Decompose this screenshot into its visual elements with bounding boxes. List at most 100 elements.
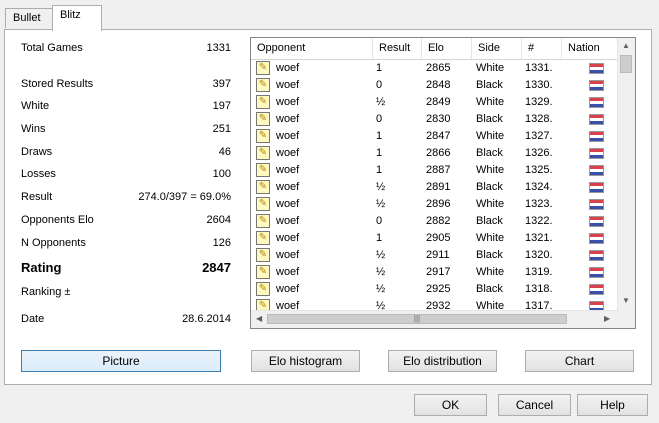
- cell-num: 1327.: [525, 130, 553, 142]
- vertical-scrollbar[interactable]: ▲ ▼: [617, 38, 635, 312]
- ok-button[interactable]: OK: [414, 394, 487, 416]
- pencil-icon[interactable]: ✎: [256, 265, 270, 279]
- col-header-elo[interactable]: Elo: [422, 38, 472, 59]
- cell-result: ½: [376, 266, 386, 278]
- pencil-icon[interactable]: ✎: [256, 163, 270, 177]
- table-row[interactable]: ✎ woef ½ 2911 Black 1320.: [251, 247, 619, 264]
- stat-value: 28.6.2014: [182, 313, 231, 325]
- vertical-scroll-thumb[interactable]: [620, 55, 632, 73]
- col-header-opponent[interactable]: Opponent: [251, 38, 373, 59]
- netherlands-flag-icon: [589, 182, 604, 193]
- cell-result: 0: [376, 79, 383, 91]
- netherlands-flag-icon: [589, 250, 604, 261]
- pencil-icon[interactable]: ✎: [256, 180, 270, 194]
- stat-label: Total Games: [21, 42, 83, 54]
- chart-button[interactable]: Chart: [525, 350, 634, 372]
- col-header-nation[interactable]: Nation: [562, 38, 619, 59]
- elo-distribution-button[interactable]: Elo distribution: [388, 350, 497, 372]
- cell-elo: 2882: [426, 215, 451, 227]
- games-table[interactable]: Opponent Result Elo Side # Nation ✎ woef 1…: [250, 37, 636, 329]
- tab-bullet[interactable]: Bullet: [5, 8, 54, 28]
- stat-value: 197: [212, 100, 231, 112]
- scroll-up-icon[interactable]: ▲: [622, 41, 630, 50]
- cell-opponent: woef: [276, 198, 300, 210]
- scroll-right-icon[interactable]: ▶: [604, 314, 610, 323]
- cell-side: Black: [476, 79, 503, 91]
- pencil-icon[interactable]: ✎: [256, 95, 270, 109]
- pencil-icon[interactable]: ✎: [256, 282, 270, 296]
- table-row[interactable]: ✎ woef 0 2848 Black 1330.: [251, 77, 619, 94]
- cell-elo: 2847: [426, 130, 451, 142]
- netherlands-flag-icon: [589, 199, 604, 210]
- table-row[interactable]: ✎ woef 0 2882 Black 1322.: [251, 213, 619, 230]
- netherlands-flag-icon: [589, 267, 604, 278]
- cell-num: 1323.: [525, 198, 553, 210]
- picture-button[interactable]: Picture: [21, 350, 221, 372]
- stat-value: 2847: [202, 260, 231, 275]
- horizontal-scroll-thumb[interactable]: |||: [267, 314, 567, 324]
- cell-opponent: woef: [276, 147, 300, 159]
- table-row[interactable]: ✎ woef 1 2847 White 1327.: [251, 128, 619, 145]
- cell-side: White: [476, 130, 505, 142]
- cell-opponent: woef: [276, 79, 300, 91]
- pencil-icon[interactable]: ✎: [256, 112, 270, 126]
- col-header-side[interactable]: Side: [472, 38, 522, 59]
- stat-label: Ranking ±: [21, 286, 71, 298]
- cell-result: ½: [376, 249, 386, 261]
- netherlands-flag-icon: [589, 165, 604, 176]
- netherlands-flag-icon: [589, 114, 604, 125]
- cell-side: White: [476, 266, 505, 278]
- cell-num: 1328.: [525, 113, 553, 125]
- stat-value: 251: [212, 123, 231, 135]
- pencil-icon[interactable]: ✎: [256, 214, 270, 228]
- table-header: Opponent Result Elo Side # Nation: [251, 38, 619, 60]
- cell-side: White: [476, 62, 505, 74]
- cell-result: 1: [376, 62, 383, 74]
- table-row[interactable]: ✎ woef 1 2905 White 1321.: [251, 230, 619, 247]
- cell-side: White: [476, 232, 505, 244]
- col-header-result[interactable]: Result: [373, 38, 422, 59]
- cell-num: 1320.: [525, 249, 553, 261]
- table-row[interactable]: ✎ woef ½ 2891 Black 1324.: [251, 179, 619, 196]
- pencil-icon[interactable]: ✎: [256, 146, 270, 160]
- netherlands-flag-icon: [589, 148, 604, 159]
- table-row[interactable]: ✎ woef ½ 2896 White 1323.: [251, 196, 619, 213]
- stat-value: 2604: [206, 214, 231, 226]
- stat-label: Losses: [21, 168, 56, 180]
- help-button[interactable]: Help: [577, 394, 648, 416]
- pencil-icon[interactable]: ✎: [256, 197, 270, 211]
- scroll-corner: [618, 311, 635, 328]
- cell-num: 1325.: [525, 164, 553, 176]
- stat-label: N Opponents: [21, 237, 86, 249]
- table-row[interactable]: ✎ woef ½ 2849 White 1329.: [251, 94, 619, 111]
- col-header-number[interactable]: #: [522, 38, 562, 59]
- cell-opponent: woef: [276, 96, 300, 108]
- cell-num: 1321.: [525, 232, 553, 244]
- cell-num: 1329.: [525, 96, 553, 108]
- elo-histogram-button[interactable]: Elo histogram: [251, 350, 360, 372]
- pencil-icon[interactable]: ✎: [256, 78, 270, 92]
- table-row[interactable]: ✎ woef 0 2830 Black 1328.: [251, 111, 619, 128]
- tab-blitz[interactable]: Blitz: [52, 5, 102, 31]
- horizontal-scrollbar[interactable]: ◀ ||| ▶: [251, 310, 619, 328]
- pencil-icon[interactable]: ✎: [256, 129, 270, 143]
- scroll-down-icon[interactable]: ▼: [622, 296, 630, 305]
- cell-result: 0: [376, 113, 383, 125]
- cell-elo: 2917: [426, 266, 451, 278]
- cell-result: ½: [376, 198, 386, 210]
- tab-panel: Total Games 1331 Stored Results 397 Whit…: [4, 29, 652, 385]
- netherlands-flag-icon: [589, 80, 604, 91]
- stat-label: Wins: [21, 123, 46, 135]
- pencil-icon[interactable]: ✎: [256, 248, 270, 262]
- cancel-button[interactable]: Cancel: [498, 394, 571, 416]
- pencil-icon[interactable]: ✎: [256, 231, 270, 245]
- cell-elo: 2865: [426, 62, 451, 74]
- table-row[interactable]: ✎ woef 1 2866 Black 1326.: [251, 145, 619, 162]
- cell-result: ½: [376, 181, 386, 193]
- scroll-left-icon[interactable]: ◀: [256, 314, 262, 323]
- table-row[interactable]: ✎ woef 1 2865 White 1331.: [251, 60, 619, 77]
- table-row[interactable]: ✎ woef ½ 2925 Black 1318.: [251, 281, 619, 298]
- table-row[interactable]: ✎ woef ½ 2917 White 1319.: [251, 264, 619, 281]
- pencil-icon[interactable]: ✎: [256, 61, 270, 75]
- table-row[interactable]: ✎ woef 1 2887 White 1325.: [251, 162, 619, 179]
